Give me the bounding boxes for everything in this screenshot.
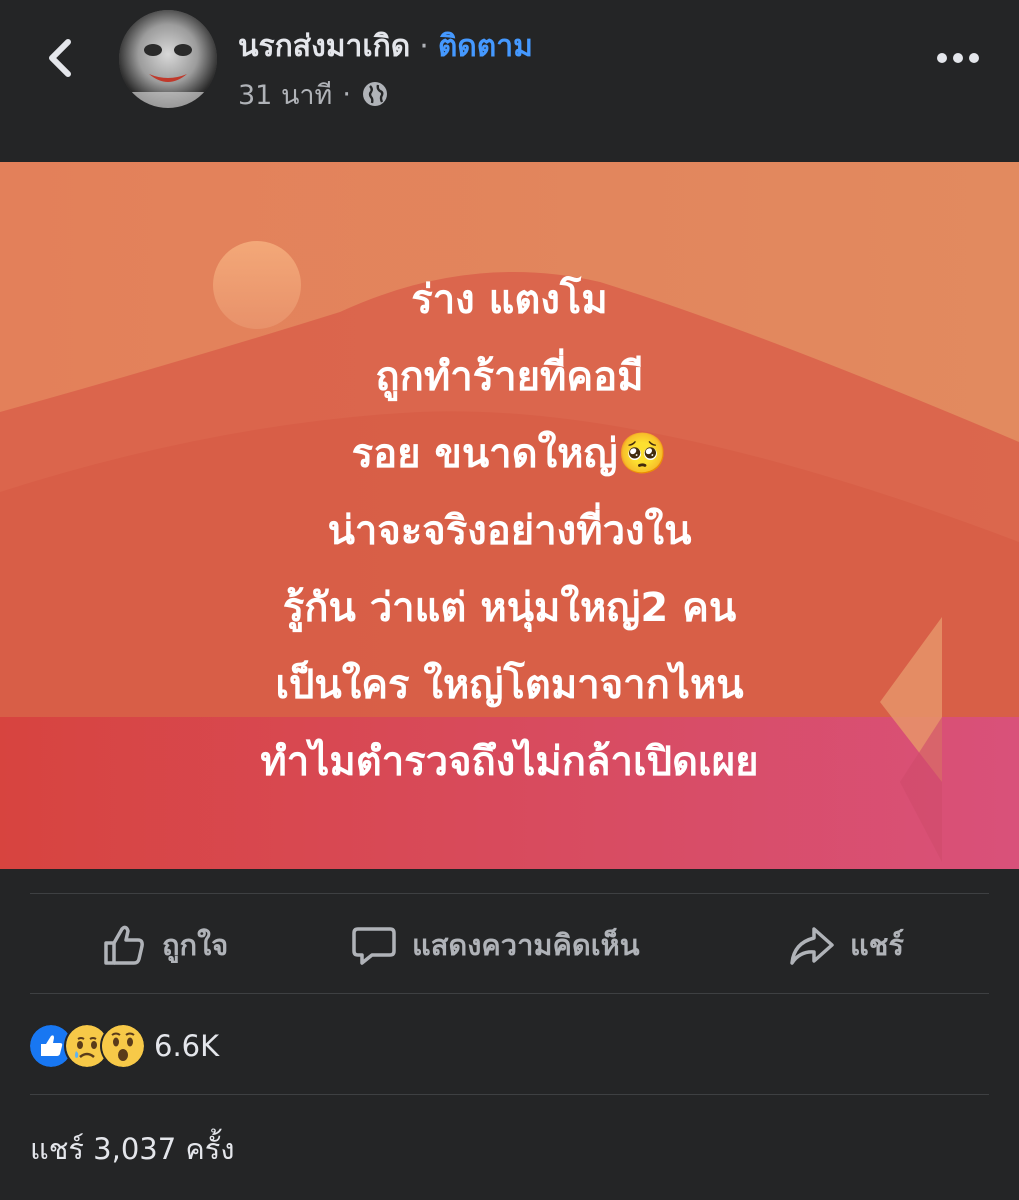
share-count[interactable]: แชร์ 3,037 ครั้ง bbox=[30, 1126, 235, 1172]
post-line: รอย ขนาดใหญ่🥺 bbox=[351, 431, 668, 477]
post-actions: ถูกใจ แสดงความคิดเห็น แชร์ bbox=[30, 893, 989, 993]
follow-button[interactable]: ติดตาม bbox=[438, 23, 533, 70]
post-timestamp[interactable]: 31 นาที bbox=[238, 73, 332, 116]
post-body-text: ร่าง แตงโม ถูกทำร้ายที่คอมี รอย ขนาดใหญ่… bbox=[0, 262, 1019, 801]
post-header: นรกส่งมาเกิด · ติดตาม 31 นาที · bbox=[0, 0, 1019, 160]
separator-dot: · bbox=[419, 28, 429, 64]
globe-icon bbox=[362, 82, 387, 106]
author-avatar[interactable] bbox=[119, 10, 217, 108]
author-line: นรกส่งมาเกิด · ติดตาม bbox=[238, 24, 533, 68]
like-label: ถูกใจ bbox=[162, 928, 229, 962]
back-button[interactable] bbox=[30, 28, 90, 88]
share-label: แชร์ bbox=[850, 928, 904, 962]
wow-reaction-icon bbox=[102, 1025, 144, 1067]
post-line: น่าจะจริงอย่างที่วงใน bbox=[327, 508, 692, 554]
more-horizontal-icon bbox=[937, 53, 979, 63]
comment-button[interactable]: แสดงความคิดเห็น bbox=[350, 921, 640, 969]
comment-icon bbox=[352, 927, 396, 965]
post-line: ถูกทำร้ายที่คอมี bbox=[375, 354, 644, 400]
author-name[interactable]: นรกส่งมาเกิด bbox=[238, 23, 410, 70]
thumbs-up-icon bbox=[104, 925, 144, 965]
divider-bottom bbox=[30, 993, 989, 994]
share-button[interactable]: แชร์ bbox=[788, 921, 904, 969]
post-line: รู้กัน ว่าแต่ หนุ่มใหญ่2 คน bbox=[282, 585, 737, 631]
post-line: เป็นใคร ใหญ่โตมาจากไหน bbox=[275, 662, 744, 708]
post-meta: 31 นาที · bbox=[238, 74, 389, 114]
chevron-left-icon bbox=[49, 39, 71, 77]
post-line: ร่าง แตงโม bbox=[411, 277, 608, 323]
avatar-image bbox=[119, 10, 217, 108]
share-arrow-icon bbox=[790, 927, 834, 965]
comment-label: แสดงความคิดเห็น bbox=[412, 928, 640, 962]
reactions-summary[interactable]: 6.6K bbox=[30, 1024, 219, 1068]
like-button[interactable]: ถูกใจ bbox=[100, 921, 228, 969]
reaction-count: 6.6K bbox=[154, 1029, 220, 1063]
more-options-button[interactable] bbox=[928, 36, 988, 80]
post-text-card[interactable]: ร่าง แตงโม ถูกทำร้ายที่คอมี รอย ขนาดใหญ่… bbox=[0, 162, 1019, 869]
divider-shares bbox=[30, 1094, 989, 1095]
post-line: ทำไมตำรวจถึงไม่กล้าเปิดเผย bbox=[260, 739, 759, 785]
meta-separator: · bbox=[342, 78, 351, 110]
